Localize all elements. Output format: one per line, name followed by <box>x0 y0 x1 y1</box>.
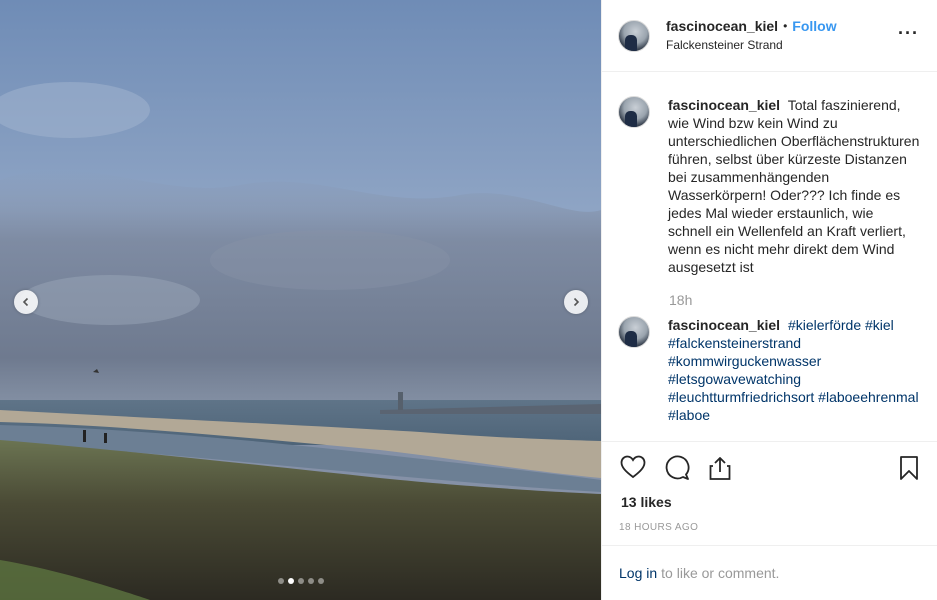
post-photo[interactable] <box>0 0 601 600</box>
comment-username[interactable]: fascinocean_kiel <box>668 317 780 333</box>
carousel-indicator <box>278 578 324 584</box>
chevron-right-icon <box>573 297 580 307</box>
login-prompt: Log in to like or comment. <box>602 545 937 600</box>
post-side-panel: fascinocean_kiel • Follow Falckensteiner… <box>601 0 937 600</box>
hashtag-link[interactable]: #laboe <box>668 407 710 423</box>
hashtag-link[interactable]: #laboeehrenmal <box>818 389 918 405</box>
author-avatar[interactable] <box>618 19 650 52</box>
caption-username[interactable]: fascinocean_kiel <box>668 97 780 113</box>
login-link[interactable]: Log in <box>619 565 657 581</box>
beach-photo-image <box>0 0 601 600</box>
comment-bubble-icon <box>665 455 690 480</box>
more-options-icon[interactable]: ··· <box>898 24 919 42</box>
action-bar <box>602 442 937 500</box>
carousel-dot <box>318 578 324 584</box>
hashtag-comment: fascinocean_kiel #kielerförde #kiel #fal… <box>618 316 921 424</box>
next-slide-button[interactable] <box>564 290 588 314</box>
previous-slide-button[interactable] <box>14 290 38 314</box>
heart-icon <box>620 455 646 479</box>
carousel-dot <box>298 578 304 584</box>
carousel-dot-active <box>288 578 294 584</box>
caption-comment: fascinocean_kiel Total faszinierend, wie… <box>618 96 921 276</box>
post-timestamp[interactable]: 18 HOURS AGO <box>619 522 698 533</box>
likes-count[interactable]: 13 likes <box>621 494 672 510</box>
author-username[interactable]: fascinocean_kiel <box>666 18 778 34</box>
chevron-left-icon <box>22 297 29 307</box>
save-button[interactable] <box>899 455 919 486</box>
caption-text: Total faszinierend, wie Wind bzw kein Wi… <box>668 97 920 275</box>
share-button[interactable] <box>708 455 732 486</box>
hashtag-link[interactable]: #kielerförde <box>788 317 861 333</box>
follow-button[interactable]: Follow <box>792 18 836 34</box>
comments-section: fascinocean_kiel Total faszinierend, wie… <box>602 72 937 442</box>
carousel-dot <box>308 578 314 584</box>
separator-dot: • <box>783 18 788 33</box>
hashtag-link[interactable]: #letsgowavewatching <box>668 371 801 387</box>
hashtag-link[interactable]: #kommwirguckenwasser <box>668 353 821 369</box>
carousel-dot <box>278 578 284 584</box>
hashtag-link[interactable]: #leuchtturmfriedrichsort <box>668 389 814 405</box>
post-header: fascinocean_kiel • Follow Falckensteiner… <box>602 0 937 72</box>
caption-avatar[interactable] <box>618 96 650 128</box>
comment-avatar[interactable] <box>618 316 650 348</box>
caption-timestamp[interactable]: 18h <box>669 292 921 308</box>
share-icon <box>709 457 731 480</box>
bookmark-icon <box>900 456 918 480</box>
login-prompt-text: to like or comment. <box>661 565 780 581</box>
like-button[interactable] <box>620 455 646 484</box>
hashtag-link[interactable]: #kiel <box>865 317 894 333</box>
post-location[interactable]: Falckensteiner Strand <box>666 38 837 52</box>
comment-button[interactable] <box>664 455 690 486</box>
hashtag-link[interactable]: #falckensteinerstrand <box>668 335 801 351</box>
